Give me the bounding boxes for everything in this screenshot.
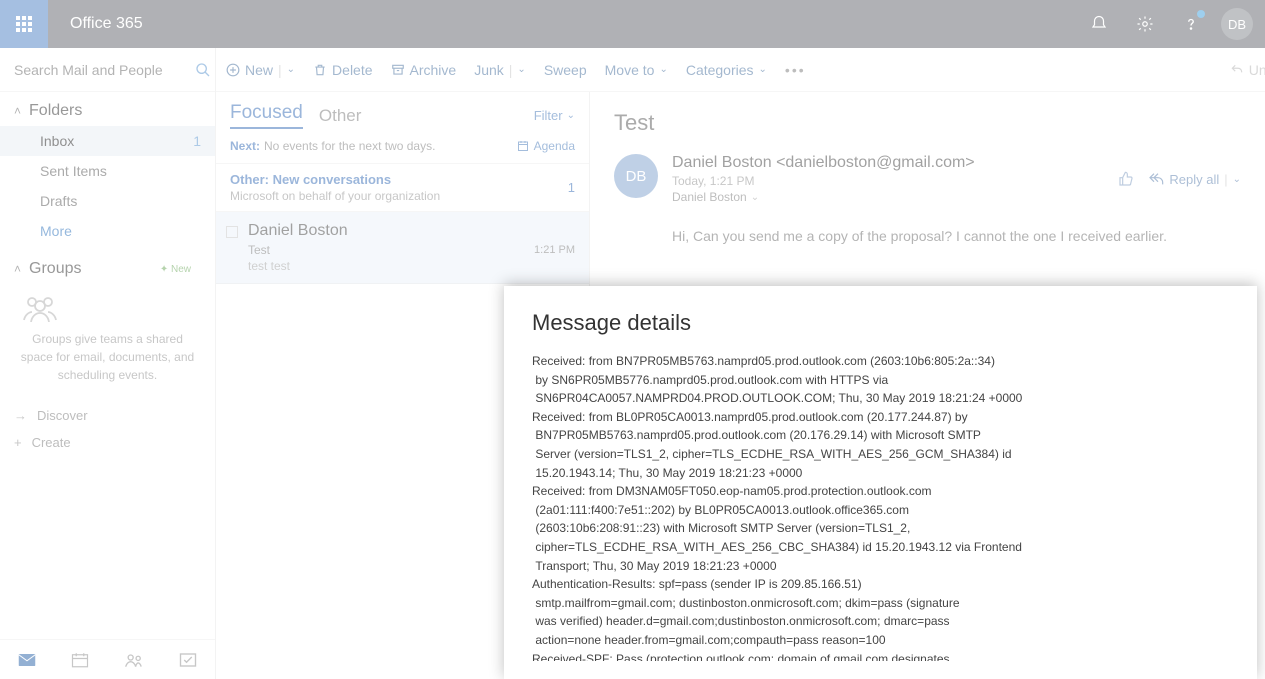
next-text: No events for the next two days.: [264, 139, 435, 153]
folder-inbox[interactable]: Inbox 1: [0, 126, 215, 156]
calendar-module-icon[interactable]: [71, 652, 89, 668]
tab-focused[interactable]: Focused: [230, 102, 303, 129]
other-sub: Microsoft on behalf of your organization: [230, 189, 440, 203]
reading-to: Daniel Boston: [672, 190, 747, 204]
reading-title: Test: [614, 110, 1241, 136]
filter-button[interactable]: Filter ⌄: [534, 108, 575, 123]
brand-title: Office 365: [70, 15, 143, 33]
groups-header[interactable]: ˄ Groups ✦ New: [0, 246, 215, 284]
mail-module-icon[interactable]: [18, 653, 36, 667]
people-icon: [20, 294, 195, 322]
chevron-down-icon[interactable]: ⌄: [751, 192, 759, 203]
groups-title: Groups: [29, 260, 81, 278]
create-label: Create: [32, 435, 71, 450]
junk-button[interactable]: Junk |⌄: [474, 62, 526, 78]
message-time: 1:21 PM: [534, 244, 575, 256]
message-preview: test test: [248, 259, 575, 273]
groups-empty: Groups give teams a shared space for ema…: [0, 284, 215, 394]
delete-label: Delete: [332, 62, 372, 78]
notifications-icon[interactable]: [1083, 8, 1115, 40]
tasks-module-icon[interactable]: [179, 652, 197, 668]
folders-title: Folders: [29, 102, 82, 120]
new-button[interactable]: New |⌄: [226, 62, 295, 78]
top-bar: Office 365 DB: [0, 0, 1265, 48]
discover-label: Discover: [37, 408, 88, 423]
folder-count: 1: [193, 133, 201, 149]
create-link[interactable]: +Create: [14, 429, 201, 456]
folder-label: Sent Items: [40, 163, 107, 179]
chevron-up-icon: ˄: [14, 104, 21, 118]
folder-drafts[interactable]: Drafts: [0, 186, 215, 216]
left-nav: ˄ Folders Inbox 1 Sent Items Drafts More…: [0, 48, 216, 679]
message-item[interactable]: Daniel Boston Test test test 1:21 PM: [216, 212, 589, 284]
app-launcher-button[interactable]: [0, 0, 48, 48]
reply-all-button[interactable]: Reply all | ⌄: [1148, 172, 1241, 187]
new-tag: ✦ New: [160, 264, 191, 275]
chevron-up-icon: ˄: [14, 262, 21, 276]
folder-label: Drafts: [40, 193, 77, 209]
message-headers[interactable]: Received: from BN7PR05MB5763.namprd05.pr…: [532, 352, 1229, 661]
folders-header[interactable]: ˄ Folders: [0, 92, 215, 126]
message-from: Daniel Boston: [248, 222, 575, 240]
junk-label: Junk: [474, 62, 504, 78]
archive-label: Archive: [410, 62, 457, 78]
agenda-button[interactable]: Agenda: [517, 139, 575, 153]
help-icon[interactable]: [1175, 8, 1207, 40]
sweep-button[interactable]: Sweep: [544, 62, 587, 78]
people-module-icon[interactable]: [124, 652, 144, 668]
help-badge: [1197, 10, 1205, 18]
new-label: New: [245, 62, 273, 78]
reading-date: Today, 1:21 PM: [672, 174, 975, 188]
like-icon[interactable]: [1118, 171, 1134, 187]
module-switcher: [0, 639, 215, 679]
groups-desc: Groups give teams a shared space for ema…: [20, 330, 195, 384]
archive-button[interactable]: Archive: [391, 62, 457, 78]
other-count: 1: [568, 180, 575, 195]
sender-avatar: DB: [614, 154, 658, 198]
reading-from: Daniel Boston <danielboston@gmail.com>: [672, 154, 975, 172]
search-icon[interactable]: [195, 62, 211, 78]
user-avatar[interactable]: DB: [1221, 8, 1253, 40]
other-box[interactable]: Other: New conversations Microsoft on be…: [216, 163, 589, 212]
other-title: Other: New conversations: [230, 172, 440, 187]
delete-button[interactable]: Delete: [313, 62, 372, 78]
modal-title: Message details: [532, 310, 1229, 336]
folder-label: Inbox: [40, 133, 74, 149]
next-label: Next:: [230, 139, 260, 153]
message-details-modal: Message details Received: from BN7PR05MB…: [504, 286, 1257, 679]
tab-other[interactable]: Other: [319, 106, 362, 126]
message-subject: Test: [248, 243, 575, 257]
message-checkbox[interactable]: [226, 226, 238, 238]
folders-more[interactable]: More: [0, 216, 215, 246]
waffle-icon: [16, 16, 32, 32]
reading-body: Hi, Can you send me a copy of the propos…: [672, 226, 1241, 247]
folder-sent[interactable]: Sent Items: [0, 156, 215, 186]
discover-link[interactable]: →Discover: [14, 402, 201, 429]
settings-icon[interactable]: [1129, 8, 1161, 40]
search-input[interactable]: [14, 62, 195, 78]
